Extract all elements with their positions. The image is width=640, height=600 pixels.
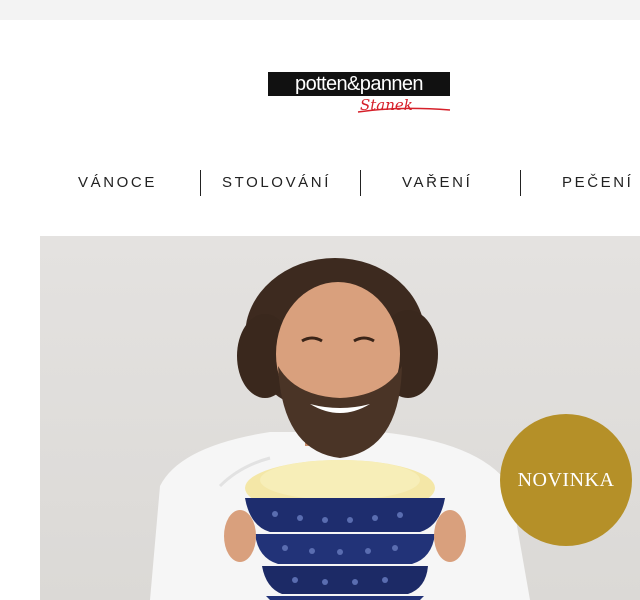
new-product-badge: NOVINKA <box>500 414 632 546</box>
top-bar <box>0 0 640 20</box>
nav-item-vareni[interactable]: VAŘENÍ <box>402 168 472 198</box>
main-navigation: VÁNOCE STOLOVÁNÍ VAŘENÍ PEČENÍ <box>0 168 640 198</box>
nav-divider <box>200 170 201 196</box>
nav-item-stolovani[interactable]: STOLOVÁNÍ <box>222 168 331 198</box>
signature-underline-icon <box>357 107 451 113</box>
brand-logo[interactable]: potten&pannen Stanek <box>268 72 452 116</box>
nav-divider <box>520 170 521 196</box>
nav-divider <box>360 170 361 196</box>
nav-item-vanoce[interactable]: VÁNOCE <box>78 168 157 198</box>
nav-item-peceni[interactable]: PEČENÍ <box>562 168 633 198</box>
